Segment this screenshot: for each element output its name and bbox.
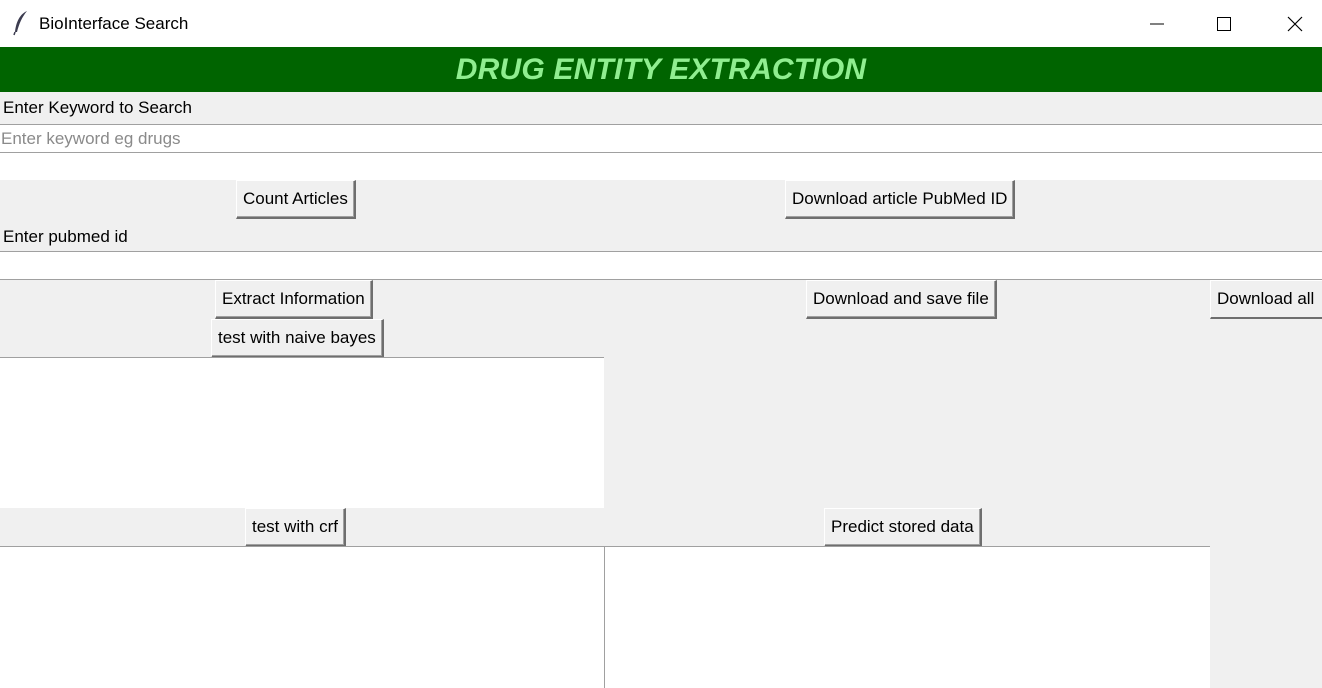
feather-icon (12, 10, 30, 36)
download-save-file-button[interactable]: Download and save file (806, 280, 997, 319)
download-all-button[interactable]: Download all (1210, 280, 1322, 319)
keyword-label: Enter Keyword to Search (3, 98, 192, 117)
extract-information-button[interactable]: Extract Information (215, 280, 373, 319)
pubmed-id-input[interactable] (0, 251, 1322, 280)
minimize-icon (1150, 23, 1164, 24)
count-articles-button[interactable]: Count Articles (236, 180, 356, 219)
window-title: BioInterface Search (39, 14, 189, 33)
banner-title: DRUG ENTITY EXTRACTION (455, 52, 867, 86)
naive-bayes-output[interactable] (0, 358, 604, 508)
maximize-button[interactable] (1189, 0, 1259, 47)
keyword-input-spacer (0, 153, 1322, 180)
pubmed-id-label: Enter pubmed id (3, 227, 128, 246)
header-banner: DRUG ENTITY EXTRACTION (0, 47, 1322, 92)
predict-output[interactable] (605, 547, 1210, 688)
close-icon (1287, 16, 1303, 31)
download-pubmed-id-button[interactable]: Download article PubMed ID (785, 180, 1016, 219)
maximize-icon (1217, 16, 1231, 31)
test-naive-bayes-button[interactable]: test with naive bayes (211, 319, 384, 358)
predict-stored-data-button[interactable]: Predict stored data (824, 508, 982, 547)
close-button[interactable] (1260, 0, 1322, 47)
keyword-input[interactable] (0, 124, 1322, 153)
crf-output[interactable] (0, 547, 604, 688)
test-crf-button[interactable]: test with crf (245, 508, 346, 547)
minimize-button[interactable] (1122, 0, 1192, 47)
